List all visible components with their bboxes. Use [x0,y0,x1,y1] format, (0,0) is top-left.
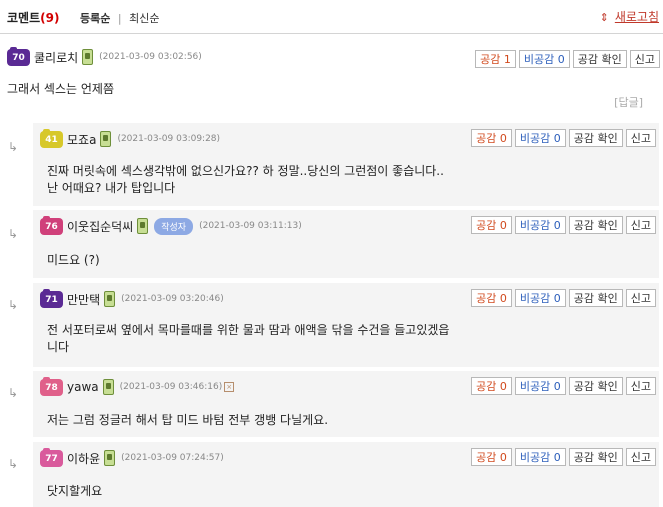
level-icon: 71 [40,288,63,308]
confirm-like-button[interactable]: 공감 확인 [568,216,623,234]
reply-arrow-icon: ↳ [8,227,19,241]
comment-text: 진짜 머릿속에 섹스생각밖에 없으신가요?? 하 정말..당신의 그런점이 좋습… [47,164,444,195]
reply-link[interactable]: [답글] [614,94,643,110]
comment-text: 닷지할게요 [47,484,103,498]
comment-date: (2021-03-09 03:09:28) [117,134,221,144]
reply-arrow-icon: ↳ [8,140,19,154]
comment-date: (2021-03-09 03:46:16) [119,382,223,392]
level-icon: 70 [7,46,30,66]
like-button[interactable]: 공감 0 [471,377,512,395]
refresh-icon: ⇕ [599,11,609,24]
confirm-like-button[interactable]: 공감 확인 [572,50,627,68]
reply-item: 41 모죠a (2021-03-09 03:09:28) 공감 0 비공감 0 … [33,123,659,206]
sort-options: 등록순 | 최신순 [80,10,159,26]
comment-date: (2021-03-09 07:24:57) [121,453,224,463]
reply-arrow-icon: ↳ [8,386,19,400]
dislike-button[interactable]: 비공감 0 [514,216,566,234]
mobile-icon [82,49,94,65]
report-button[interactable]: 신고 [625,216,656,234]
report-button[interactable]: 신고 [629,50,660,68]
confirm-like-button[interactable]: 공감 확인 [568,289,623,307]
comment-text: 저는 그럼 정글러 해서 탑 미드 바텀 전부 갱뱅 다닐게요. [47,413,329,427]
sort-separator: | [117,12,122,25]
comment-date: (2021-03-09 03:20:46) [121,294,224,304]
confirm-like-button[interactable]: 공감 확인 [568,448,623,466]
report-button[interactable]: 신고 [625,129,656,147]
reply-item: 71 만만택 (2021-03-09 03:20:46) 공감 0 비공감 0 … [33,283,659,367]
comment-author[interactable]: 모죠a [67,131,96,148]
comment-author[interactable]: yawa [67,380,99,394]
comment-count: (9) [40,11,60,25]
like-button[interactable]: 공감 0 [471,289,512,307]
dislike-button[interactable]: 비공감 0 [514,377,566,395]
level-icon: 41 [40,128,63,148]
reply-item: 78 yawa (2021-03-09 03:46:16) × 공감 0 비공감… [33,371,659,437]
comment-author[interactable]: 만만택 [67,291,100,308]
confirm-like-button[interactable]: 공감 확인 [568,377,623,395]
report-button[interactable]: 신고 [625,448,656,466]
dislike-button[interactable]: 비공감 0 [514,448,566,466]
like-button[interactable]: 공감 0 [471,448,512,466]
comment-header: 코멘트(9) 등록순 | 최신순 ⇕ 새로고침 [0,0,663,34]
broken-image-icon: × [224,382,235,392]
sort-registered-link[interactable]: 등록순 [80,12,110,25]
mobile-icon [137,218,149,234]
comment-date: (2021-03-09 03:02:56) [99,52,202,62]
like-button[interactable]: 공감 0 [471,129,512,147]
sort-latest-link[interactable]: 최신순 [129,12,159,25]
mobile-icon [102,379,114,395]
confirm-like-button[interactable]: 공감 확인 [568,129,623,147]
reply-arrow-icon: ↳ [8,457,19,471]
report-button[interactable]: 신고 [625,377,656,395]
comment-author[interactable]: 이웃집순덕씨 [67,218,133,235]
comment-text: 미드요 (?) [47,253,100,267]
reply-arrow-icon: ↳ [8,298,19,312]
reply-item: 77 이하윤 (2021-03-09 07:24:57) 공감 0 비공감 0 … [33,442,659,507]
reply-item: 76 이웃집순덕씨 작성자 (2021-03-09 03:11:13) 공감 0… [33,210,659,278]
mobile-icon [100,131,112,147]
comment-text: 전 서포터로써 옆에서 목마를때를 위한 물과 땀과 애액을 닦을 수건을 들고… [47,323,450,354]
mobile-icon [104,450,116,466]
dislike-button[interactable]: 비공감 0 [514,289,566,307]
level-icon: 78 [40,376,63,396]
comment-item: 70 쿨리로치 (2021-03-09 03:02:56) 공감 1 비공감 0… [0,34,663,122]
comment-text: 그래서 섹스는 언제쯤 [7,82,114,96]
comment-date: (2021-03-09 03:11:13) [199,221,302,231]
comment-author[interactable]: 쿨리로치 [34,49,78,66]
refresh-button[interactable]: ⇕ 새로고침 [600,8,659,25]
like-button[interactable]: 공감 0 [471,216,512,234]
dislike-button[interactable]: 비공감 0 [518,50,570,68]
level-icon: 77 [40,447,63,467]
refresh-label: 새로고침 [614,10,659,24]
level-icon: 76 [40,215,63,235]
like-button[interactable]: 공감 1 [475,50,516,68]
mobile-icon [104,291,116,307]
comment-title: 코멘트(9) [7,11,60,25]
dislike-button[interactable]: 비공감 0 [514,129,566,147]
comment-author[interactable]: 이하윤 [67,450,100,467]
author-badge: 작성자 [154,217,194,235]
report-button[interactable]: 신고 [625,289,656,307]
